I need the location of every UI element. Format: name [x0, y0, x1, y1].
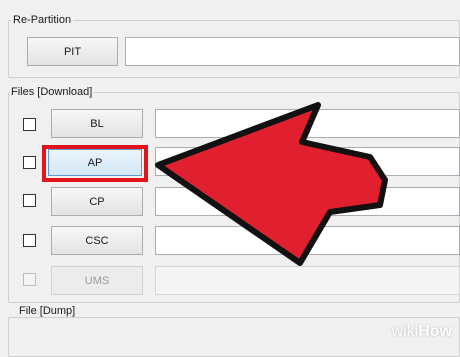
arrow-icon	[155, 102, 388, 266]
wikihow-watermark: wikiHow	[392, 323, 452, 341]
watermark-prefix: wiki	[391, 323, 419, 340]
watermark-suffix: How	[418, 323, 452, 340]
arrow-shape	[155, 102, 388, 266]
